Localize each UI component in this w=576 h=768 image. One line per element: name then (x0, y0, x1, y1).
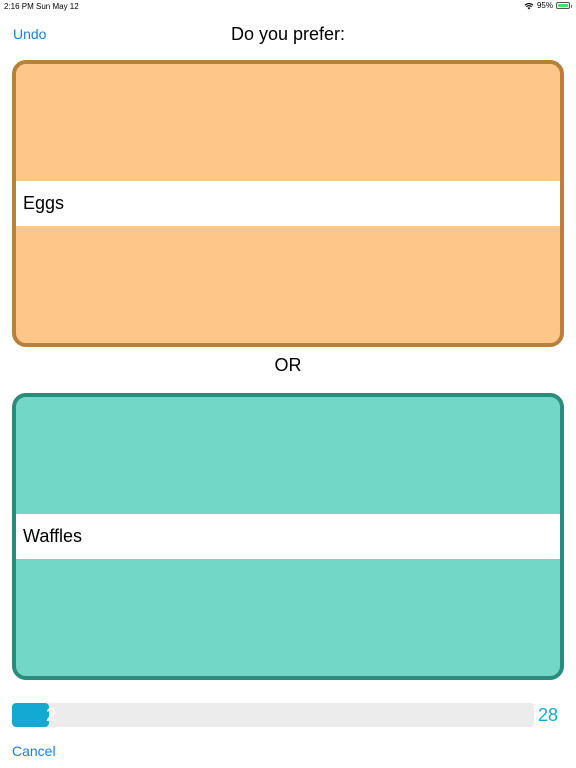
or-separator: OR (274, 355, 302, 375)
progress-current: 2 (45, 705, 56, 725)
battery-icon (556, 2, 572, 9)
status-date: Sun May 12 (36, 2, 79, 11)
choice-label: Eggs (23, 193, 65, 213)
page-title: Do you prefer: (230, 24, 346, 44)
battery-percent: 95% (536, 1, 553, 10)
choice-label-band: Eggs (16, 181, 560, 226)
choice-card-eggs[interactable]: Eggs (12, 60, 564, 347)
choice-label: Waffles (23, 526, 83, 546)
cancel-button[interactable]: Cancel (12, 743, 56, 759)
status-bar: 2:16 PM Sun May 12 95% (0, 0, 576, 14)
status-time: 2:16 PM (4, 2, 34, 11)
battery-fill (558, 4, 568, 7)
progress-bar: 2 (12, 703, 534, 727)
progress-total: 28 (538, 705, 559, 725)
wifi-icon (524, 2, 534, 10)
choice-card-waffles[interactable]: Waffles (12, 393, 564, 680)
choice-label-band: Waffles (16, 514, 560, 559)
status-right: 95% (524, 1, 572, 10)
